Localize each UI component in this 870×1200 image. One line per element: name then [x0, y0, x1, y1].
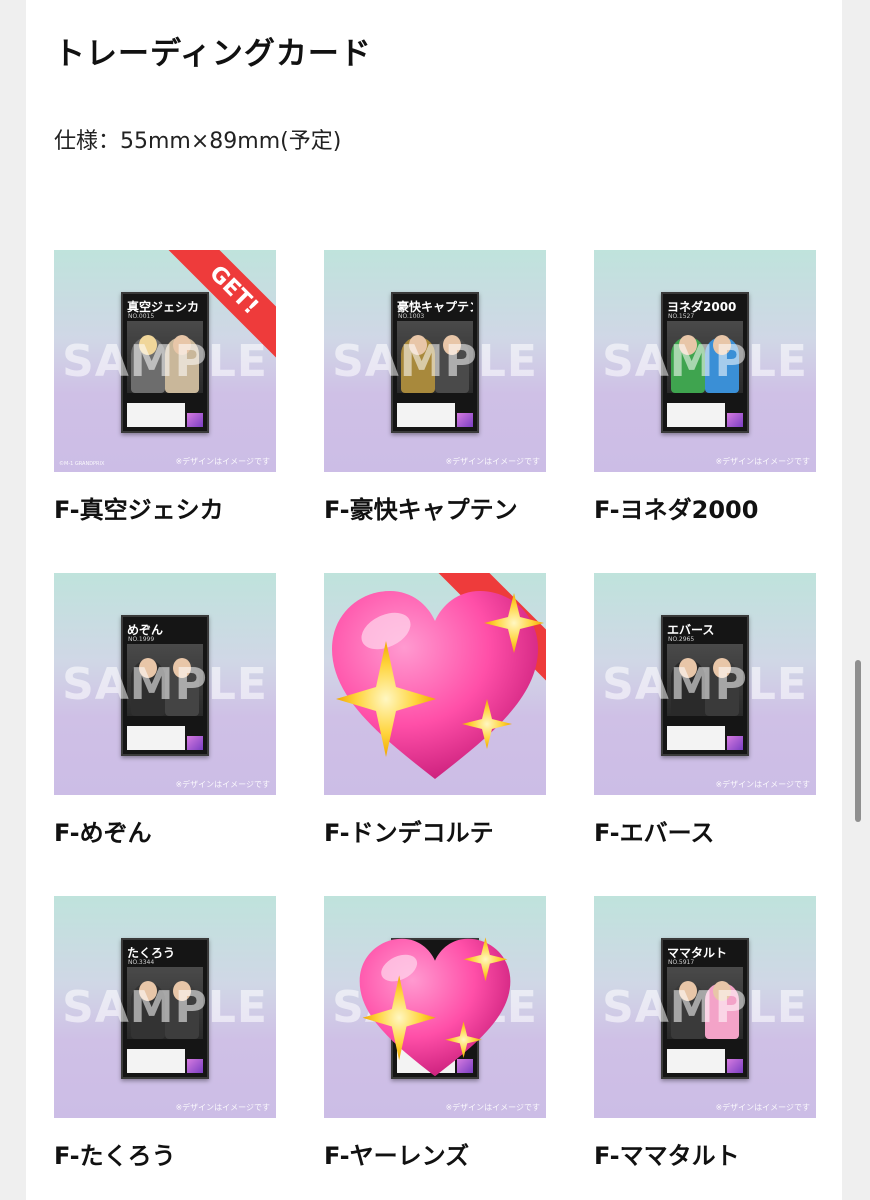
- card-photo: [667, 321, 743, 393]
- card-item-takurou[interactable]: たくろう NO.3344 SAMPLE ※デザインはイメージです F-たくろう: [54, 896, 276, 1170]
- m1-logo: [457, 413, 473, 427]
- card-item-yoneda2000[interactable]: ヨネダ2000 NO.1527 SAMPLE ※デザインはイメージです F-ヨネ…: [594, 250, 816, 524]
- card-thumbnail[interactable]: たくろう NO.3344 SAMPLE ※デザインはイメージです: [54, 896, 276, 1118]
- card-number: NO.1003: [398, 313, 425, 320]
- credit-text: ©M-1 GRANDPRIX: [59, 461, 105, 467]
- card-number: NO.1527: [668, 313, 695, 320]
- page-content: トレーディングカード 仕様：55mm×89mm(予定) 真空ジェシカ NO.00…: [26, 0, 842, 1200]
- card-thumbnail[interactable]: SAMPLE ※デザインはイメージです: [324, 896, 546, 1118]
- spec-text: 仕様：55mm×89mm(予定): [54, 129, 342, 154]
- card-label[interactable]: F-めぞん: [54, 813, 152, 848]
- card-number: NO.3344: [128, 959, 155, 966]
- card-thumbnail[interactable]: 豪快キャプテン NO.1003 SAMPLE ※デザインはイメージです: [324, 250, 546, 472]
- trading-card-image: ママタルト NO.5917: [661, 938, 749, 1079]
- disclaimer-text: ※デザインはイメージです: [715, 1103, 810, 1112]
- card-info-box: [667, 403, 725, 427]
- card-thumbnail[interactable]: [324, 573, 546, 795]
- card-label[interactable]: F-真空ジェシカ: [54, 490, 224, 525]
- card-label[interactable]: F-ドンデコルテ: [324, 813, 494, 848]
- card-info-box: [127, 403, 185, 427]
- card-item-mamatarte[interactable]: ママタルト NO.5917 SAMPLE ※デザインはイメージです F-ママタル…: [594, 896, 816, 1170]
- m1-logo: [457, 1059, 473, 1073]
- card-info-box: [127, 726, 185, 750]
- card-label[interactable]: F-たくろう: [54, 1136, 176, 1171]
- trading-card-image: ヨネダ2000 NO.1527: [661, 292, 749, 433]
- page-title: トレーディングカード: [54, 36, 372, 72]
- scrollbar-thumb[interactable]: [855, 660, 861, 822]
- card-item-yarens[interactable]: SAMPLE ※デザインはイメージです F-ヤーレンズ: [324, 896, 546, 1170]
- card-thumbnail[interactable]: めぞん NO.1999 SAMPLE ※デザインはイメージです: [54, 573, 276, 795]
- disclaimer-text: ※デザインはイメージです: [715, 457, 810, 466]
- trading-card-image: たくろう NO.3344: [121, 938, 209, 1079]
- card-photo: [127, 644, 203, 716]
- card-thumbnail[interactable]: ママタルト NO.5917 SAMPLE ※デザインはイメージです: [594, 896, 816, 1118]
- card-photo: [397, 321, 473, 393]
- card-photo: [667, 644, 743, 716]
- card-photo: [397, 967, 473, 1039]
- disclaimer-text: ※デザインはイメージです: [175, 780, 270, 789]
- card-number: NO.2965: [668, 636, 695, 643]
- disclaimer-text: ※デザインはイメージです: [175, 1103, 270, 1112]
- disclaimer-text: ※デザインはイメージです: [445, 457, 540, 466]
- left-gutter: [0, 0, 26, 1200]
- m1-logo: [187, 413, 203, 427]
- trading-card-image: めぞん NO.1999: [121, 615, 209, 756]
- card-thumbnail[interactable]: 真空ジェシカ NO.0015 SAMPLE GET! ※デザインはイメージです …: [54, 250, 276, 472]
- card-label[interactable]: F-エバース: [594, 813, 714, 848]
- card-photo: [127, 967, 203, 1039]
- card-photo: [667, 967, 743, 1039]
- trading-card-image: [391, 938, 479, 1079]
- card-info-box: [397, 403, 455, 427]
- card-item-goukai-captain[interactable]: 豪快キャプテン NO.1003 SAMPLE ※デザインはイメージです F-豪快…: [324, 250, 546, 524]
- disclaimer-text: ※デザインはイメージです: [445, 1103, 540, 1112]
- card-label[interactable]: F-豪快キャプテン: [324, 490, 518, 525]
- card-info-box: [667, 726, 725, 750]
- card-label[interactable]: F-ヨネダ2000: [594, 490, 758, 525]
- trading-card-image: エバース NO.2965: [661, 615, 749, 756]
- card-item-shinku-jessica[interactable]: 真空ジェシカ NO.0015 SAMPLE GET! ※デザインはイメージです …: [54, 250, 276, 524]
- m1-logo: [187, 736, 203, 750]
- card-item-evers[interactable]: エバース NO.2965 SAMPLE ※デザインはイメージです F-エバース: [594, 573, 816, 847]
- card-label[interactable]: F-ヤーレンズ: [324, 1136, 469, 1171]
- card-info-box: [127, 1049, 185, 1073]
- card-number: NO.5917: [668, 959, 695, 966]
- card-item-mezon[interactable]: めぞん NO.1999 SAMPLE ※デザインはイメージです F-めぞん: [54, 573, 276, 847]
- card-info-box: [397, 1049, 455, 1073]
- card-number: NO.0015: [128, 313, 155, 320]
- m1-logo: [727, 1059, 743, 1073]
- m1-logo: [187, 1059, 203, 1073]
- card-thumbnail[interactable]: エバース NO.2965 SAMPLE ※デザインはイメージです: [594, 573, 816, 795]
- card-number: NO.1999: [128, 636, 155, 643]
- card-photo: [127, 321, 203, 393]
- m1-logo: [727, 736, 743, 750]
- disclaimer-text: ※デザインはイメージです: [175, 457, 270, 466]
- scrollbar-track[interactable]: [842, 0, 870, 1200]
- card-thumbnail[interactable]: ヨネダ2000 NO.1527 SAMPLE ※デザインはイメージです: [594, 250, 816, 472]
- card-item-dondekorute[interactable]: F-ドンデコルテ: [324, 573, 546, 847]
- m1-logo: [727, 413, 743, 427]
- card-info-box: [667, 1049, 725, 1073]
- card-label[interactable]: F-ママタルト: [594, 1136, 740, 1171]
- disclaimer-text: ※デザインはイメージです: [715, 780, 810, 789]
- get-ribbon-obscured: [434, 573, 546, 683]
- trading-card-image: 真空ジェシカ NO.0015: [121, 292, 209, 433]
- trading-card-image: 豪快キャプテン NO.1003: [391, 292, 479, 433]
